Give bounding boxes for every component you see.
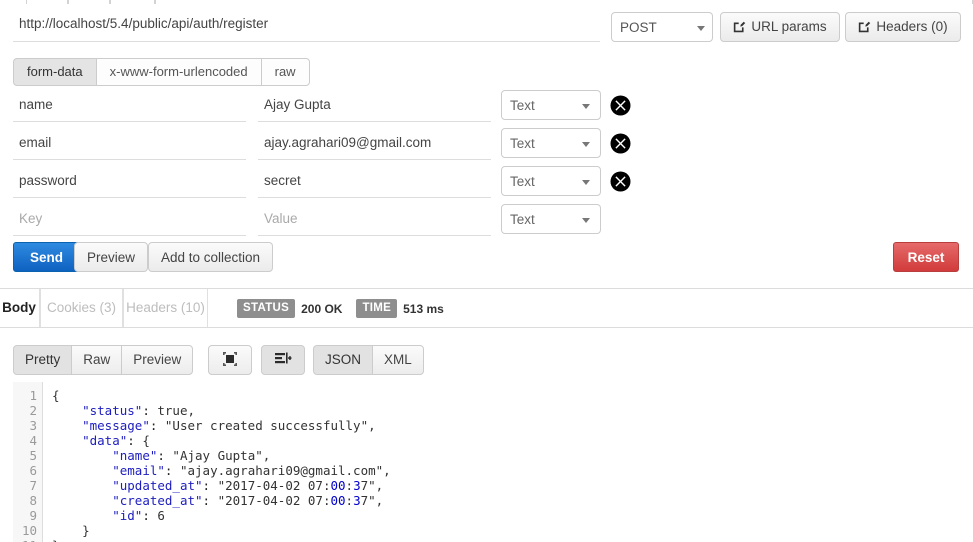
headers-button[interactable]: Headers (0) <box>845 12 961 42</box>
code-line: "updated_at": "2017-04-02 07:00:37", <box>112 478 384 493</box>
key-input[interactable] <box>13 92 246 122</box>
delete-row-icon[interactable] <box>610 95 631 116</box>
value-input[interactable] <box>258 130 491 160</box>
clipped-tab-1 <box>26 0 68 4</box>
form-data-row: TextFile <box>0 166 973 204</box>
status-badge: STATUS <box>237 299 296 318</box>
code-line: "status": true, <box>82 403 196 418</box>
code-line: "created_at": "2017-04-02 07:00:37", <box>112 493 384 508</box>
view-mode-pretty[interactable]: Pretty <box>13 345 73 375</box>
code-line: { <box>52 388 60 403</box>
indent-button[interactable] <box>261 345 305 375</box>
url-params-button[interactable]: URL params <box>720 12 840 42</box>
key-input[interactable] <box>13 206 246 236</box>
code-line: "data": { <box>82 433 150 448</box>
line-number: 3 <box>29 418 37 433</box>
code-line: } <box>52 538 391 542</box>
lang-json[interactable]: JSON <box>313 345 374 375</box>
delete-row-icon[interactable] <box>610 133 631 154</box>
line-number: 5 <box>29 448 37 463</box>
delete-row-icon[interactable] <box>610 171 631 192</box>
body-tab-x-www-form-urlencoded[interactable]: x-www-form-urlencoded <box>95 58 262 86</box>
code-line: "id": 6 <box>112 508 165 523</box>
form-data-row: TextFile <box>0 90 973 128</box>
line-number: 11 <box>13 538 37 542</box>
value-type-select[interactable]: TextFile <box>501 166 601 196</box>
view-mode-preview[interactable]: Preview <box>121 345 194 375</box>
value-type-select[interactable]: TextFile <box>501 90 601 120</box>
tab-cookies[interactable]: Cookies (3) <box>40 289 123 327</box>
request-actions: Send Preview Add to collection Reset <box>0 242 973 274</box>
response-body-viewer[interactable]: 1234567891011 { "status": true, "message… <box>13 382 973 542</box>
view-mode-raw[interactable]: Raw <box>71 345 123 375</box>
send-button[interactable]: Send <box>13 242 81 272</box>
status-value: 200 OK <box>301 301 343 316</box>
body-type-tabs: form-data x-www-form-urlencoded raw <box>13 58 310 86</box>
http-method-select[interactable]: GETPOSTPUTPATCHDELETEHEADOPTIONS <box>611 12 713 42</box>
line-number: 7 <box>29 478 37 493</box>
pencil-icon <box>858 20 871 36</box>
value-type-select[interactable]: TextFile <box>501 204 601 234</box>
value-input[interactable] <box>258 92 491 122</box>
response-meta: STATUS 200 OK TIME 513 ms <box>237 299 458 319</box>
fullscreen-button[interactable] <box>208 345 252 375</box>
key-input[interactable] <box>13 130 246 160</box>
form-data-row: TextFile <box>0 128 973 166</box>
fullscreen-group <box>208 345 252 375</box>
time-badge: TIME <box>356 299 398 318</box>
line-number: 4 <box>29 433 37 448</box>
clipped-tab-4 <box>155 0 973 4</box>
preview-button[interactable]: Preview <box>74 242 149 272</box>
value-input[interactable] <box>258 168 491 198</box>
reset-button[interactable]: Reset <box>893 242 959 272</box>
value-type-select[interactable]: TextFile <box>501 128 601 158</box>
rest-client-app: GETPOSTPUTPATCHDELETEHEADOPTIONS URL par… <box>0 0 973 542</box>
body-tab-raw[interactable]: raw <box>260 58 310 86</box>
tab-body[interactable]: Body <box>0 289 40 327</box>
pencil-icon <box>733 20 746 36</box>
url-params-label: URL params <box>751 18 827 34</box>
form-data-row: TextFile <box>0 204 973 242</box>
line-number-gutter: 1234567891011 <box>13 382 43 542</box>
add-to-collection-button[interactable]: Add to collection <box>148 242 274 272</box>
code-line: "message": "User created successfully", <box>82 418 376 433</box>
line-number: 1 <box>29 388 37 403</box>
tab-headers[interactable]: Headers (10) <box>123 289 208 327</box>
indent-group <box>261 345 305 375</box>
clipped-tab-strip <box>0 0 973 4</box>
view-mode-group: Pretty Raw Preview <box>13 345 194 375</box>
clipped-tab-2 <box>68 0 110 4</box>
key-input[interactable] <box>13 168 246 198</box>
language-group: JSON XML <box>313 345 424 375</box>
line-number: 9 <box>29 508 37 523</box>
url-input[interactable] <box>13 10 600 42</box>
response-tabs: Body Cookies (3) Headers (10) <box>0 289 973 328</box>
lang-xml[interactable]: XML <box>372 345 424 375</box>
value-input[interactable] <box>258 206 491 236</box>
code-line: "name": "Ajay Gupta", <box>112 448 271 463</box>
code-line: "email": "ajay.agrahari09@gmail.com", <box>112 463 391 478</box>
headers-label: Headers (0) <box>876 18 948 34</box>
line-number: 2 <box>29 403 37 418</box>
time-value: 513 ms <box>403 301 444 316</box>
clipped-tab-3 <box>110 0 155 4</box>
json-code: { "status": true, "message": "User creat… <box>44 382 391 542</box>
code-line: } <box>52 523 90 538</box>
body-tab-form-data[interactable]: form-data <box>13 58 97 86</box>
line-number: 10 <box>21 523 37 538</box>
line-number: 8 <box>29 493 37 508</box>
line-number: 6 <box>29 463 37 478</box>
form-data-rows: TextFile TextFile TextFile TextFile <box>0 90 973 242</box>
request-url-row: GETPOSTPUTPATCHDELETEHEADOPTIONS URL par… <box>0 10 973 46</box>
